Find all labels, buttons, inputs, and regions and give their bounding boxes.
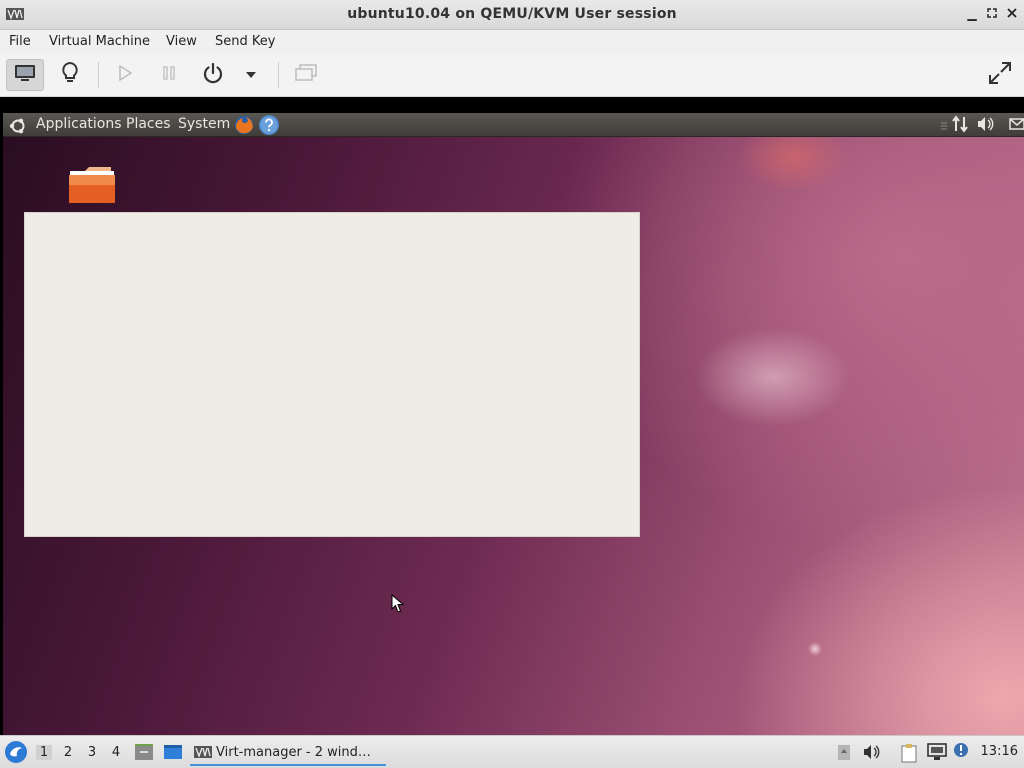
ubuntu-logo-icon[interactable] xyxy=(9,117,27,139)
mail-icon[interactable] xyxy=(1009,117,1024,135)
menu-bar: File Virtual Machine View Send Key xyxy=(0,30,1024,54)
window-titlebar: ubuntu10.04 on QEMU/KVM User session ▁ xyxy=(0,0,1024,30)
close-button[interactable] xyxy=(1005,6,1019,22)
lightbulb-icon xyxy=(61,61,79,89)
fullscreen-button[interactable] xyxy=(981,59,1019,91)
toolbar-separator xyxy=(278,62,279,88)
virt-manager-task-icon xyxy=(194,746,212,762)
guest-menu-system[interactable]: System xyxy=(178,116,230,132)
minimize-button[interactable]: ▁ xyxy=(965,6,979,22)
monitor-icon xyxy=(14,64,36,86)
network-icon[interactable] xyxy=(926,743,948,765)
network-icon[interactable] xyxy=(951,115,969,137)
mouse-pointer-icon xyxy=(391,593,405,614)
workspace-2[interactable]: 2 xyxy=(60,745,76,760)
guest-top-panel: Applications Places System xyxy=(3,113,1024,137)
file-manager-icon[interactable] xyxy=(134,743,154,765)
show-desktop-icon[interactable] xyxy=(163,744,183,764)
shutdown-button[interactable] xyxy=(194,59,232,91)
start-menu-icon[interactable] xyxy=(4,740,28,768)
menu-view[interactable]: View xyxy=(166,34,197,49)
notes-icon[interactable] xyxy=(836,743,852,765)
guest-menu-applications[interactable]: Applications xyxy=(36,116,122,132)
toolbar-separator xyxy=(98,62,99,88)
maximize-button[interactable] xyxy=(985,6,999,22)
pause-button[interactable] xyxy=(150,59,188,91)
notification-icon[interactable] xyxy=(953,742,969,762)
vm-console-border xyxy=(0,97,1024,113)
shutdown-menu-button[interactable] xyxy=(236,59,266,91)
menu-send-key[interactable]: Send Key xyxy=(215,34,275,49)
power-icon xyxy=(202,62,224,88)
snapshots-button[interactable] xyxy=(287,59,325,91)
volume-icon[interactable] xyxy=(863,744,881,764)
panel-handle-icon xyxy=(941,119,947,135)
toolbar xyxy=(0,54,1024,97)
clock: 13:16 xyxy=(980,744,1018,759)
pause-icon xyxy=(162,65,176,85)
workspace-3[interactable]: 3 xyxy=(84,745,100,760)
dropdown-arrow-icon xyxy=(245,68,257,83)
folder-icon[interactable] xyxy=(67,165,117,205)
snapshots-icon xyxy=(295,64,317,86)
guest-menu-places[interactable]: Places xyxy=(126,116,171,132)
workspace-4[interactable]: 4 xyxy=(108,745,124,760)
workspace-1[interactable]: 1 xyxy=(36,745,52,760)
fullscreen-icon xyxy=(988,61,1012,89)
volume-icon[interactable] xyxy=(977,116,995,136)
blank-dialog-window[interactable] xyxy=(24,212,640,537)
menu-virtual-machine[interactable]: Virtual Machine xyxy=(49,34,150,49)
details-view-button[interactable] xyxy=(51,59,89,91)
host-taskbar: 1 2 3 4 Virt-manager - 2 wind… 13:16 xyxy=(0,735,1024,768)
console-view-button[interactable] xyxy=(6,59,44,91)
task-label: Virt-manager - 2 wind… xyxy=(216,745,371,760)
clipboard-icon[interactable] xyxy=(900,743,918,767)
vm-console[interactable]: Applications Places System xyxy=(0,97,1024,735)
guest-desktop[interactable] xyxy=(3,137,1024,735)
run-button[interactable] xyxy=(106,59,144,91)
window-title: ubuntu10.04 on QEMU/KVM User session xyxy=(347,6,677,22)
play-icon xyxy=(118,64,133,85)
menu-file[interactable]: File xyxy=(9,34,31,49)
taskbar-task-virt-manager[interactable]: Virt-manager - 2 wind… xyxy=(190,739,386,766)
